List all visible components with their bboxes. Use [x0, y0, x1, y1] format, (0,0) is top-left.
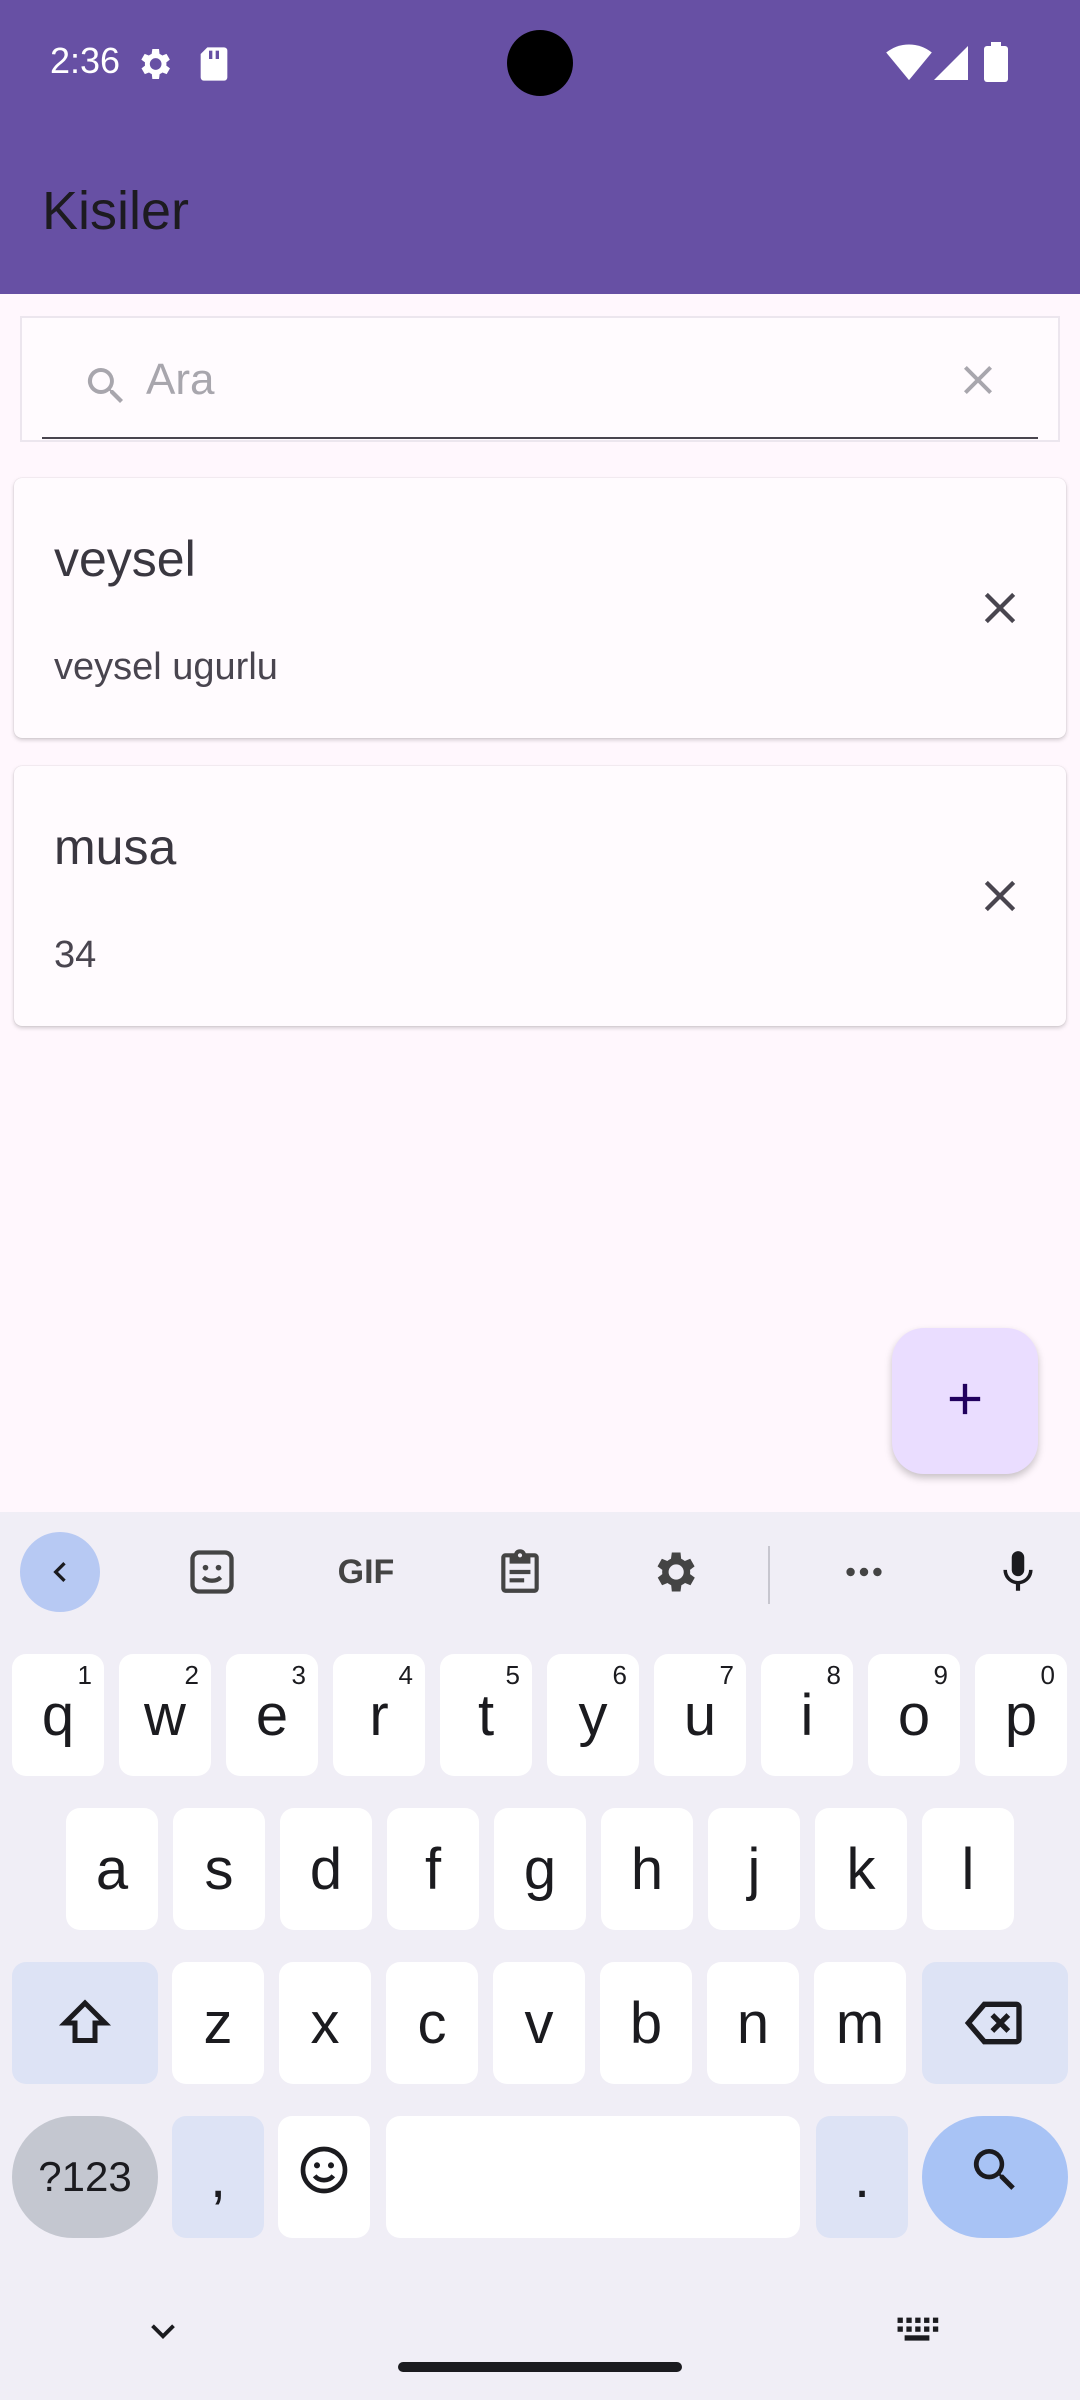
key-c[interactable]: c: [386, 1962, 478, 2084]
key-e[interactable]: e3: [226, 1654, 318, 1776]
contact-detail: 34: [54, 934, 97, 976]
key-p[interactable]: p0: [975, 1654, 1067, 1776]
key-t[interactable]: t5: [440, 1654, 532, 1776]
key-o[interactable]: o9: [868, 1654, 960, 1776]
key-number-hint: 6: [612, 1660, 627, 1690]
key-number-hint: 3: [291, 1660, 306, 1690]
contact-name: musa: [54, 819, 177, 875]
key-v[interactable]: v: [493, 1962, 585, 2084]
clipboard-icon[interactable]: [480, 1532, 560, 1612]
key-l[interactable]: l: [922, 1808, 1014, 1930]
contact-card[interactable]: veysel veysel ugurlu: [14, 478, 1066, 738]
key-label: y: [578, 1682, 608, 1748]
search-action-key[interactable]: [922, 2116, 1068, 2238]
key-number-hint: 4: [398, 1660, 413, 1690]
key-label: u: [683, 1682, 717, 1748]
settings-gear-icon: [134, 44, 174, 89]
home-handle[interactable]: [398, 2362, 682, 2372]
space-key[interactable]: [386, 2116, 800, 2238]
contact-name: veysel: [54, 531, 196, 587]
key-x[interactable]: x: [279, 1962, 371, 2084]
navigation-bar: [0, 2272, 1080, 2400]
wifi-icon: [886, 44, 932, 87]
key-s[interactable]: s: [173, 1808, 265, 1930]
symbols-key[interactable]: ?123: [12, 2116, 158, 2238]
key-r[interactable]: r4: [333, 1654, 425, 1776]
clear-search-icon[interactable]: [954, 356, 1002, 409]
signal-icon: [934, 46, 968, 85]
key-f[interactable]: f: [387, 1808, 479, 1930]
key-n[interactable]: n: [707, 1962, 799, 2084]
search-bar: [20, 316, 1060, 442]
key-w[interactable]: w2: [119, 1654, 211, 1776]
battery-icon: [984, 42, 1008, 87]
key-m[interactable]: m: [814, 1962, 906, 2084]
front-camera: [507, 30, 573, 96]
keyboard-switcher-icon[interactable]: [894, 2310, 940, 2355]
key-a[interactable]: a: [66, 1808, 158, 1930]
key-label: q: [41, 1682, 75, 1748]
soft-keyboard: GIF q1w2e3r4t5y6u7i8o9p0 asdfghjkl zxcvb…: [0, 1512, 1080, 2400]
key-number-hint: 8: [826, 1660, 841, 1690]
status-time: 2:36: [50, 40, 121, 81]
key-h[interactable]: h: [601, 1808, 693, 1930]
key-label: p: [1004, 1682, 1038, 1748]
contact-card[interactable]: musa 34: [14, 766, 1066, 1026]
sticker-icon[interactable]: [172, 1532, 252, 1612]
key-j[interactable]: j: [708, 1808, 800, 1930]
backspace-key[interactable]: [922, 1962, 1068, 2084]
key-u[interactable]: u7: [654, 1654, 746, 1776]
key-q[interactable]: q1: [12, 1654, 104, 1776]
key-number-hint: 9: [933, 1660, 948, 1690]
key-label: t: [477, 1682, 495, 1748]
key-b[interactable]: b: [600, 1962, 692, 2084]
key-d[interactable]: d: [280, 1808, 372, 1930]
back-arrow-icon[interactable]: [20, 1532, 100, 1612]
key-k[interactable]: k: [815, 1808, 907, 1930]
contact-detail: veysel ugurlu: [54, 646, 278, 688]
key-number-hint: 2: [184, 1660, 199, 1690]
page-title: Kisiler: [42, 181, 190, 241]
more-icon[interactable]: [824, 1532, 904, 1612]
shift-key[interactable]: [12, 1962, 158, 2084]
key-label: i: [800, 1682, 814, 1748]
microphone-icon[interactable]: [978, 1532, 1058, 1612]
delete-contact-icon[interactable]: [974, 582, 1026, 639]
period-key[interactable]: .: [816, 2116, 908, 2238]
delete-contact-icon[interactable]: [974, 870, 1026, 927]
hide-keyboard-chevron-down-icon[interactable]: [142, 2310, 184, 2357]
search-icon: [82, 362, 130, 415]
toolbar-divider: [768, 1546, 770, 1604]
status-bar: 2:36: [0, 0, 1080, 128]
key-i[interactable]: i8: [761, 1654, 853, 1776]
app-bar: 2:36 Kisiler: [0, 0, 1080, 294]
search-underline: [42, 437, 1038, 439]
emoji-key[interactable]: [278, 2116, 370, 2238]
key-label: r: [369, 1682, 389, 1748]
keyboard-settings-icon[interactable]: [634, 1532, 714, 1612]
key-label: e: [255, 1682, 289, 1748]
key-number-hint: 0: [1040, 1660, 1055, 1690]
key-number-hint: 1: [77, 1660, 92, 1690]
key-number-hint: 7: [719, 1660, 734, 1690]
key-y[interactable]: y6: [547, 1654, 639, 1776]
add-contact-button[interactable]: [892, 1328, 1038, 1474]
key-label: o: [897, 1682, 931, 1748]
key-g[interactable]: g: [494, 1808, 586, 1930]
comma-key[interactable]: ,: [172, 2116, 264, 2238]
gif-button[interactable]: GIF: [326, 1532, 406, 1612]
key-number-hint: 5: [505, 1660, 520, 1690]
plus-icon: [939, 1373, 991, 1430]
emoji-icon: [296, 2142, 352, 2212]
sd-card-icon: [196, 44, 232, 89]
search-input[interactable]: [146, 344, 916, 416]
key-label: w: [144, 1682, 186, 1748]
search-icon: [967, 2142, 1023, 2212]
key-z[interactable]: z: [172, 1962, 264, 2084]
